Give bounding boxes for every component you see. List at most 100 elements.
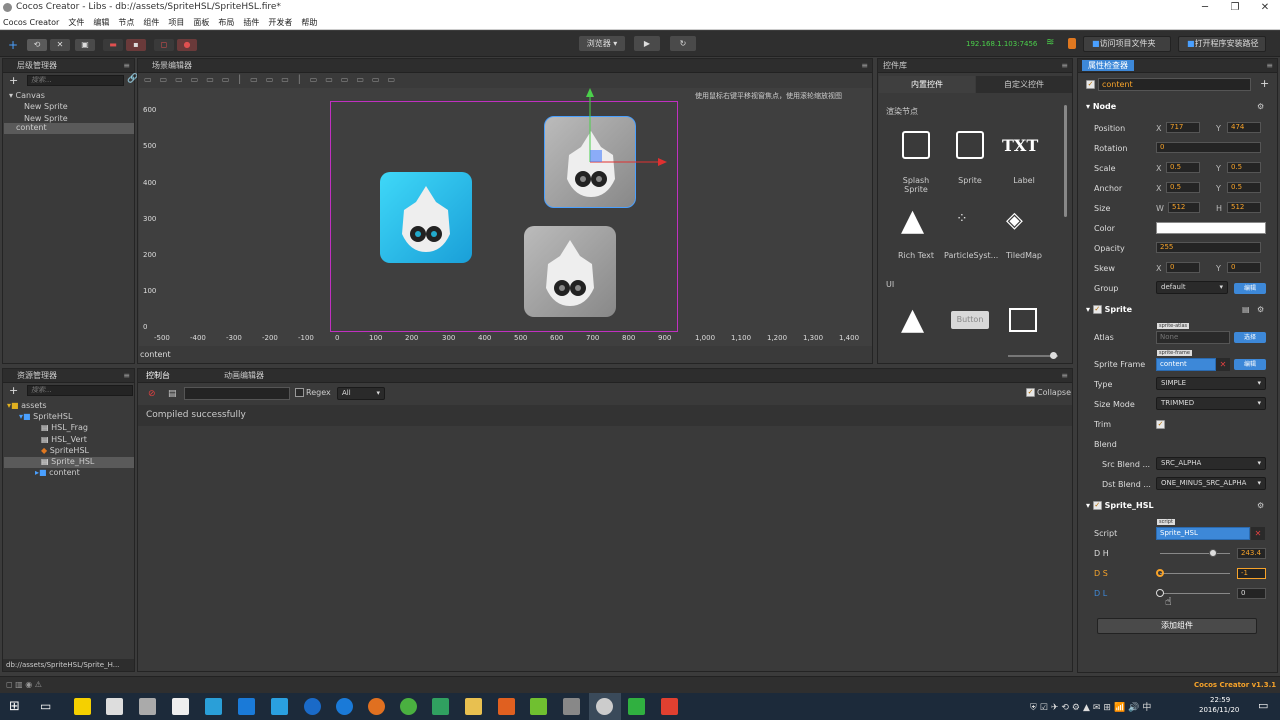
app-icon[interactable] — [563, 698, 580, 715]
tree-item-sprite-hsl-script[interactable]: ▤ Sprite_HSL — [4, 457, 134, 468]
tab-builtin-widgets[interactable]: 内置控件 — [879, 76, 975, 93]
skype-icon[interactable] — [205, 698, 222, 715]
rotation-input[interactable]: 0 — [1156, 142, 1261, 153]
global-toggle-button[interactable]: ● — [177, 39, 197, 51]
chrome-icon[interactable] — [400, 698, 417, 715]
panel-menu-icon[interactable]: ≡ — [1061, 369, 1068, 383]
position-y-input[interactable]: 474 — [1227, 122, 1261, 133]
tree-item-new-sprite[interactable]: New Sprite — [24, 102, 68, 111]
position-x-input[interactable]: 717 — [1166, 122, 1200, 133]
qq-icon[interactable] — [238, 698, 255, 715]
panel-menu-icon[interactable]: ≡ — [123, 369, 130, 383]
node-name-input[interactable]: content — [1098, 78, 1251, 91]
tab-console[interactable]: 控制台 — [146, 369, 170, 383]
dl-slider-knob[interactable] — [1156, 589, 1164, 597]
clear-script-icon[interactable]: ✕ — [1251, 527, 1265, 540]
doc-icon[interactable]: ▤ — [1242, 305, 1250, 314]
dl-input[interactable]: 0 — [1237, 588, 1266, 599]
minimize-button[interactable]: ─ — [1190, 0, 1220, 16]
menu-app[interactable]: Cocos Creator — [3, 16, 59, 29]
app-icon[interactable] — [432, 698, 449, 715]
sprite-icon[interactable] — [956, 131, 984, 159]
sprite-section-header[interactable]: ▾ ✓ Sprite — [1086, 305, 1132, 314]
tree-item-content[interactable]: content — [4, 123, 134, 134]
store-icon[interactable] — [106, 698, 123, 715]
open-log-icon[interactable]: ▤ — [168, 389, 177, 399]
sticky-notes-icon[interactable] — [74, 698, 91, 715]
play-button[interactable]: ▶ — [634, 36, 660, 51]
sprite-node-gray[interactable] — [524, 226, 616, 317]
app-icon[interactable] — [271, 698, 288, 715]
edit-sprite-frame-button[interactable]: 编辑 — [1234, 359, 1266, 370]
dl-slider-track[interactable] — [1160, 593, 1230, 594]
log-level-select[interactable]: All ▾ — [337, 387, 385, 400]
dh-slider-knob[interactable] — [1208, 549, 1217, 557]
status-icons[interactable]: ◻ ▥ ◉ ⚠ — [6, 680, 42, 689]
menu-node[interactable]: 节点 — [118, 16, 134, 29]
tree-item-hsl-frag[interactable]: ▤ HSL_Frag — [41, 423, 88, 432]
maximize-button[interactable]: ❐ — [1220, 0, 1250, 16]
gear-icon[interactable]: ⚙ — [1257, 501, 1264, 510]
opacity-input[interactable]: 255 — [1156, 242, 1261, 253]
ds-slider-track[interactable] — [1160, 573, 1230, 574]
label-txt-icon[interactable]: TXT — [1002, 136, 1038, 155]
pivot-toggle-button[interactable]: ▪ — [126, 39, 146, 51]
dh-slider-track[interactable] — [1160, 553, 1230, 554]
tiledmap-icon[interactable]: ◈ — [1006, 210, 1023, 232]
gear-icon[interactable]: ⚙ — [1257, 102, 1264, 111]
clear-sprite-frame-icon[interactable]: ✕ — [1216, 358, 1230, 371]
console-filter-input[interactable] — [184, 387, 290, 400]
menu-developer[interactable]: 开发者 — [268, 16, 292, 29]
rotate-tool-button[interactable]: ✕ — [50, 39, 70, 51]
sprite-frame-field[interactable]: content — [1156, 358, 1216, 371]
dh-input[interactable]: 243.4 — [1237, 548, 1266, 559]
trim-checkbox[interactable]: ✓ — [1156, 420, 1165, 429]
tree-item-canvas[interactable]: ▾ Canvas — [9, 91, 45, 100]
app-icon[interactable] — [530, 698, 547, 715]
node-section-header[interactable]: ▾ Node — [1086, 102, 1116, 111]
scale-tool-button[interactable]: ▣ — [75, 39, 95, 51]
scale-x-input[interactable]: 0.5 — [1166, 162, 1200, 173]
notification-center-icon[interactable]: ▭ — [1258, 699, 1268, 712]
sprite-node-blue[interactable] — [380, 172, 472, 263]
group-select[interactable]: default ▾ — [1156, 281, 1228, 294]
tab-custom-widgets[interactable]: 自定义控件 — [976, 76, 1072, 93]
move-tool-button[interactable]: ⟲ — [27, 39, 47, 51]
add-node-icon[interactable]: + — [9, 74, 18, 87]
widget-scrollbar[interactable] — [1064, 105, 1067, 217]
panel-menu-icon[interactable]: ≡ — [123, 59, 130, 73]
menu-help[interactable]: 帮助 — [301, 16, 317, 29]
anchor-y-input[interactable]: 0.5 — [1227, 182, 1261, 193]
regex-checkbox[interactable] — [295, 388, 304, 397]
windows-start-icon[interactable]: ⊞ — [9, 699, 20, 714]
ds-slider-knob[interactable] — [1156, 569, 1164, 577]
skew-y-input[interactable]: 0 — [1227, 262, 1261, 273]
anchor-x-input[interactable]: 0.5 — [1166, 182, 1200, 193]
menu-file[interactable]: 文件 — [68, 16, 84, 29]
type-select[interactable]: SIMPLE ▾ — [1156, 377, 1266, 390]
ui-triangle-icon[interactable]: ▲ — [901, 305, 924, 335]
explorer-icon[interactable] — [465, 698, 482, 715]
firefox-icon[interactable] — [368, 698, 385, 715]
open-install-path-button[interactable]: ■打开程序安装路径 — [1178, 36, 1266, 52]
open-project-folder-button[interactable]: ■访问项目文件夹 — [1083, 36, 1171, 52]
menu-project[interactable]: 项目 — [168, 16, 184, 29]
panel-menu-icon[interactable]: ≡ — [1061, 59, 1068, 73]
add-icon[interactable]: + — [1260, 77, 1269, 90]
tree-item-content-texture[interactable]: ▸■ content — [35, 468, 80, 477]
menu-layout[interactable]: 布局 — [218, 16, 234, 29]
task-view-icon[interactable]: ▭ — [40, 699, 51, 713]
tab-animation-editor[interactable]: 动画编辑器 — [224, 369, 264, 383]
widget-size-slider-knob[interactable] — [1050, 352, 1057, 359]
move-gizmo[interactable] — [579, 88, 669, 168]
splash-sprite-icon[interactable] — [902, 131, 930, 159]
vlc-icon[interactable] — [498, 698, 515, 715]
script-field[interactable]: Sprite_HSL — [1156, 527, 1250, 540]
ip-address[interactable]: 192.168.1.103:7456 — [966, 40, 1037, 48]
tree-item-new-sprite[interactable]: New Sprite — [24, 114, 68, 123]
browser-select[interactable]: 浏览器 ▾ — [579, 36, 625, 51]
atlas-field[interactable]: None — [1156, 331, 1230, 344]
menu-edit[interactable]: 编辑 — [93, 16, 109, 29]
edit-group-button[interactable]: 编辑 — [1234, 283, 1266, 294]
tree-item-hsl-vert[interactable]: ▤ HSL_Vert — [41, 435, 87, 444]
